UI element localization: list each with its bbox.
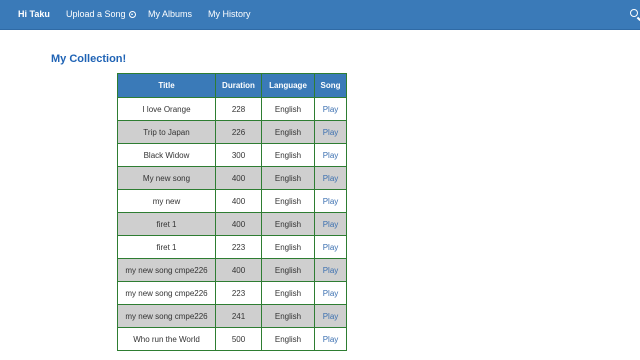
nav-upload-song[interactable]: Upload a Song xyxy=(66,0,136,29)
table-row: firet 1 223 English Play xyxy=(117,235,347,259)
cell-language: English xyxy=(261,235,315,259)
cell-duration: 223 xyxy=(215,235,262,259)
table-row: My new song 400 English Play xyxy=(117,166,347,190)
cell-language: English xyxy=(261,304,315,328)
play-link[interactable]: Play xyxy=(323,243,339,252)
table-row: firet 1 400 English Play xyxy=(117,212,347,236)
cell-duration: 241 xyxy=(215,304,262,328)
cell-language: English xyxy=(261,281,315,305)
cell-title: firet 1 xyxy=(117,235,216,259)
column-header-title: Title xyxy=(117,73,216,98)
cell-title: Who run the World xyxy=(117,327,216,351)
play-link[interactable]: Play xyxy=(323,289,339,298)
cell-language: English xyxy=(261,327,315,351)
column-header-duration: Duration xyxy=(215,73,262,98)
play-link[interactable]: Play xyxy=(323,174,339,183)
cell-song: Play xyxy=(314,97,347,121)
table-row: I love Orange 228 English Play xyxy=(117,97,347,121)
cell-duration: 400 xyxy=(215,212,262,236)
navbar: Hi Taku Upload a Song My Albums My Histo… xyxy=(0,0,640,30)
cell-title: My new song xyxy=(117,166,216,190)
nav-brand-greeting[interactable]: Hi Taku xyxy=(18,0,50,29)
upload-icon xyxy=(128,11,136,18)
table-header-row: Title Duration Language Song xyxy=(117,73,347,98)
cell-language: English xyxy=(261,258,315,282)
play-link[interactable]: Play xyxy=(323,128,339,137)
cell-title: my new song cmpe226 xyxy=(117,304,216,328)
cell-language: English xyxy=(261,212,315,236)
cell-song: Play xyxy=(314,235,347,259)
song-collection-table: Title Duration Language Song I love Oran… xyxy=(117,73,347,351)
table-row: my new song cmpe226 400 English Play xyxy=(117,258,347,282)
cell-language: English xyxy=(261,120,315,144)
column-header-language: Language xyxy=(261,73,315,98)
cell-duration: 500 xyxy=(215,327,262,351)
cell-language: English xyxy=(261,97,315,121)
cell-duration: 400 xyxy=(215,258,262,282)
cell-duration: 223 xyxy=(215,281,262,305)
cell-duration: 300 xyxy=(215,143,262,167)
cell-duration: 226 xyxy=(215,120,262,144)
cell-title: Trip to Japan xyxy=(117,120,216,144)
cell-song: Play xyxy=(314,327,347,351)
cell-song: Play xyxy=(314,258,347,282)
cell-song: Play xyxy=(314,143,347,167)
cell-title: my new xyxy=(117,189,216,213)
table-row: my new 400 English Play xyxy=(117,189,347,213)
cell-language: English xyxy=(261,166,315,190)
cell-title: Black Widow xyxy=(117,143,216,167)
nav-upload-label: Upload a Song xyxy=(66,9,126,19)
play-link[interactable]: Play xyxy=(323,335,339,344)
column-header-song: Song xyxy=(314,73,347,98)
play-link[interactable]: Play xyxy=(323,266,339,275)
nav-my-albums[interactable]: My Albums xyxy=(148,0,192,29)
cell-duration: 400 xyxy=(215,166,262,190)
play-link[interactable]: Play xyxy=(323,151,339,160)
page-title: My Collection! xyxy=(51,53,127,65)
play-link[interactable]: Play xyxy=(323,197,339,206)
table-row: my new song cmpe226 241 English Play xyxy=(117,304,347,328)
table-row: Black Widow 300 English Play xyxy=(117,143,347,167)
cell-duration: 228 xyxy=(215,97,262,121)
cell-duration: 400 xyxy=(215,189,262,213)
play-link[interactable]: Play xyxy=(323,312,339,321)
nav-my-history[interactable]: My History xyxy=(208,0,251,29)
play-link[interactable]: Play xyxy=(323,105,339,114)
cell-language: English xyxy=(261,143,315,167)
cell-song: Play xyxy=(314,281,347,305)
cell-song: Play xyxy=(314,304,347,328)
play-link[interactable]: Play xyxy=(323,220,339,229)
cell-title: I love Orange xyxy=(117,97,216,121)
table-row: Who run the World 500 English Play xyxy=(117,327,347,351)
cell-title: firet 1 xyxy=(117,212,216,236)
cell-song: Play xyxy=(314,120,347,144)
cell-title: my new song cmpe226 xyxy=(117,258,216,282)
search-icon[interactable] xyxy=(630,9,638,17)
table-row: Trip to Japan 226 English Play xyxy=(117,120,347,144)
cell-song: Play xyxy=(314,166,347,190)
cell-title: my new song cmpe226 xyxy=(117,281,216,305)
table-row: my new song cmpe226 223 English Play xyxy=(117,281,347,305)
cell-song: Play xyxy=(314,189,347,213)
cell-song: Play xyxy=(314,212,347,236)
cell-language: English xyxy=(261,189,315,213)
